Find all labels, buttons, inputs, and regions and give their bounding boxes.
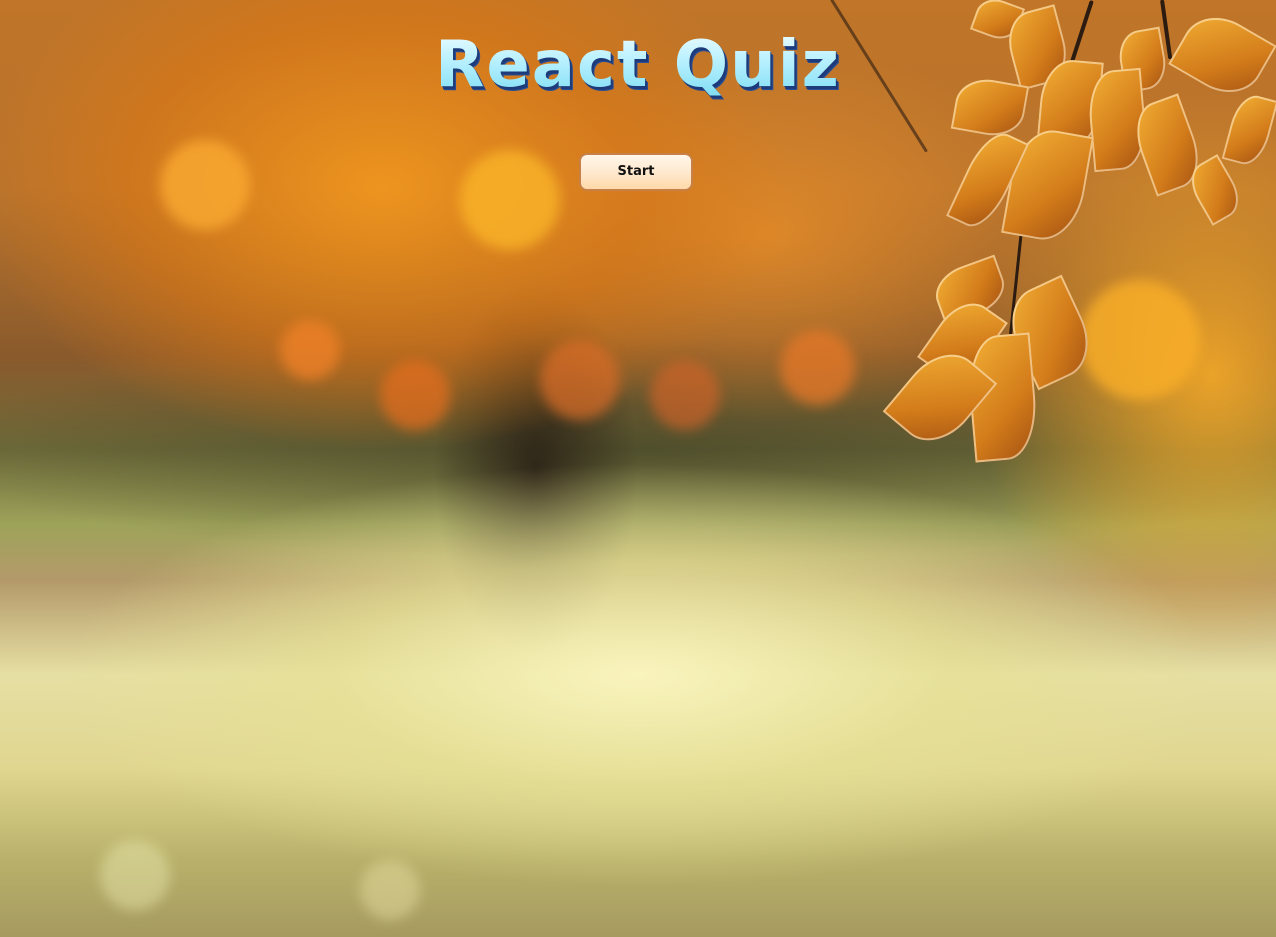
bokeh-light <box>160 140 250 230</box>
bokeh-light <box>460 150 560 250</box>
bokeh-light <box>380 360 450 430</box>
page-title: React Quiz <box>0 28 1276 102</box>
bokeh-light <box>1080 280 1200 400</box>
bokeh-light <box>780 330 855 405</box>
bokeh-light <box>280 320 340 380</box>
bokeh-light <box>100 840 170 910</box>
bokeh-light <box>360 860 420 920</box>
bokeh-light <box>540 340 620 420</box>
bokeh-light <box>650 360 720 430</box>
background-image <box>0 0 1276 937</box>
leaf <box>1221 91 1276 169</box>
start-button[interactable]: Start <box>579 153 693 191</box>
